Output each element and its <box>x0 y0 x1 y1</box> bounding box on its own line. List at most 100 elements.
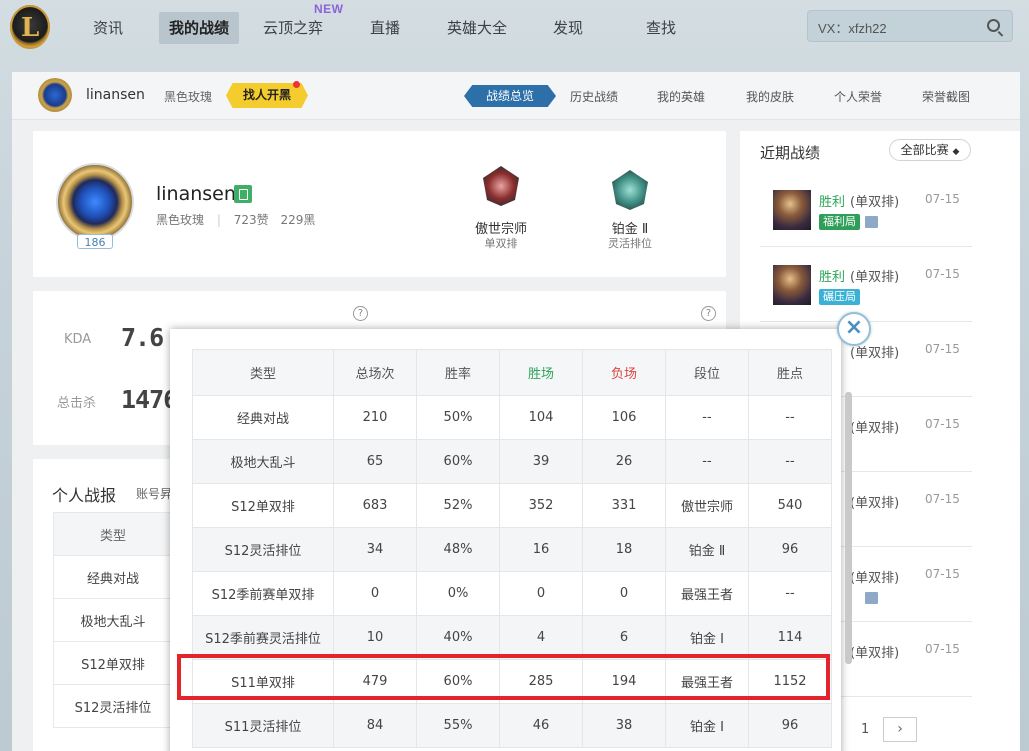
table-cell: S12季前赛灵活排位 <box>192 615 334 660</box>
tab-skins[interactable]: 我的皮肤 <box>746 88 794 105</box>
page-number[interactable]: 1 <box>861 722 869 737</box>
table-cell: 0 <box>333 571 417 616</box>
table-cell: 96 <box>748 703 832 748</box>
chevron-down-icon: ◆ <box>952 147 960 157</box>
help-icon[interactable]: ? <box>701 306 716 321</box>
profile-meta: 黑色玫瑰 | 723赞 229黑 <box>156 213 316 227</box>
table-cell: -- <box>665 439 749 484</box>
lol-logo[interactable]: L <box>10 5 50 49</box>
match-date: 07-15 <box>925 492 960 506</box>
match-mode: (单双排) <box>850 496 900 511</box>
match-date: 07-15 <box>925 642 960 656</box>
match-date: 07-15 <box>925 267 960 281</box>
report-row: 极地大乱斗 <box>53 598 173 642</box>
report-row: S12单双排 <box>53 641 173 685</box>
table-cell: S12灵活排位 <box>192 527 334 572</box>
recent-title: 近期战绩 <box>760 144 821 162</box>
match-mode: (单双排) <box>850 571 900 586</box>
table-cell: 经典对战 <box>192 395 334 440</box>
table-cell: 48% <box>416 527 500 572</box>
table-cell: 114 <box>748 615 832 660</box>
rank-flex-queue: 灵活排位 <box>608 237 652 250</box>
search-input[interactable] <box>818 17 978 37</box>
nav-my-record[interactable]: 我的战绩 <box>159 12 240 44</box>
col-total: 总场次 <box>333 349 417 396</box>
popup-scrollbar[interactable] <box>845 392 852 664</box>
table-cell: 铂金 Ⅱ <box>665 527 749 572</box>
avatar-small <box>38 78 72 112</box>
search-icon[interactable] <box>987 19 1000 32</box>
tab-screenshots[interactable]: 荣誉截图 <box>922 88 970 105</box>
tab-overview[interactable]: 战绩总览 <box>464 85 556 107</box>
nav-tft[interactable]: 云顶之弈 <box>253 12 333 44</box>
table-cell: -- <box>748 571 832 616</box>
nav-discover[interactable]: 发现 <box>543 12 593 44</box>
kda-value: 7.6 <box>121 323 164 352</box>
profile-dislikes: 229黑 <box>280 213 316 227</box>
tab-heroes[interactable]: 我的英雄 <box>657 88 705 105</box>
match-result: 胜利 <box>819 195 846 210</box>
match-filter-select[interactable]: 全部比赛 ◆ <box>889 139 971 161</box>
nav-heroes[interactable]: 英雄大全 <box>437 12 517 44</box>
table-cell: 40% <box>416 615 500 660</box>
match-result: 胜利 <box>819 270 846 285</box>
col-wins: 胜场 <box>499 349 583 396</box>
report-header: 类型 <box>53 512 173 556</box>
report-title: 个人战报 <box>52 486 117 505</box>
table-cell: -- <box>748 439 832 484</box>
next-page-button[interactable]: › <box>883 717 917 742</box>
profile-server: 黑色玫瑰 <box>156 213 205 227</box>
sub-server: 黑色玫瑰 <box>164 90 213 104</box>
profile-likes: 723赞 <box>233 213 269 227</box>
match-tag: 福利局 <box>819 214 860 230</box>
nav-search[interactable]: 查找 <box>636 12 686 44</box>
report-subtitle[interactable]: 账号昇 <box>136 485 172 502</box>
search-box <box>807 10 1013 42</box>
table-row: 极地大乱斗 65 60% 39 26 -- -- <box>192 439 832 484</box>
table-cell: 106 <box>582 395 666 440</box>
table-cell: 331 <box>582 483 666 528</box>
tab-history[interactable]: 历史战绩 <box>570 88 618 105</box>
table-row: 经典对战 210 50% 104 106 -- -- <box>192 395 832 440</box>
nav-news[interactable]: 资讯 <box>83 12 133 44</box>
nav-live[interactable]: 直播 <box>360 12 410 44</box>
table-row: S12季前赛灵活排位 10 40% 4 6 铂金 Ⅰ 114 <box>192 615 832 660</box>
table-cell: 540 <box>748 483 832 528</box>
image-icon[interactable] <box>865 592 878 604</box>
col-type: 类型 <box>192 349 334 396</box>
table-row: S12灵活排位 34 48% 16 18 铂金 Ⅱ 96 <box>192 527 832 572</box>
table-cell: S12季前赛单双排 <box>192 571 334 616</box>
table-row: S12单双排 683 52% 352 331 傲世宗师 540 <box>192 483 832 528</box>
table-cell: 210 <box>333 395 417 440</box>
table-cell: 34 <box>333 527 417 572</box>
table-cell: 0 <box>582 571 666 616</box>
rank-solo-queue: 单双排 <box>484 237 518 250</box>
match-mode: (单双排) <box>850 270 900 285</box>
table-cell: 65 <box>333 439 417 484</box>
col-lp: 胜点 <box>748 349 832 396</box>
report-row: S12灵活排位 <box>53 684 173 728</box>
table-cell: 18 <box>582 527 666 572</box>
report-table: 类型 经典对战 极地大乱斗 S12单双排 S12灵活排位 <box>53 512 173 728</box>
table-row: S11灵活排位 84 55% 46 38 铂金 Ⅰ 96 <box>192 703 832 748</box>
top-nav: L 资讯 我的战绩 云顶之弈 NEW 直播 英雄大全 发现 查找 <box>0 0 1029 56</box>
help-icon[interactable]: ? <box>353 306 368 321</box>
table-cell: 最强王者 <box>665 571 749 616</box>
kills-label: 总击杀 <box>57 396 97 411</box>
report-row: 经典对战 <box>53 555 173 599</box>
notification-dot <box>293 81 300 88</box>
highlight-box <box>177 654 830 700</box>
profile-name: linansen <box>156 183 236 205</box>
table-cell: 104 <box>499 395 583 440</box>
new-badge: NEW <box>314 2 344 16</box>
col-winrate: 胜率 <box>416 349 500 396</box>
image-icon[interactable] <box>865 216 878 228</box>
match-date: 07-15 <box>925 417 960 431</box>
match-tag: 碾压局 <box>819 289 860 305</box>
copy-icon[interactable] <box>234 185 252 203</box>
table-cell: 46 <box>499 703 583 748</box>
table-cell: 352 <box>499 483 583 528</box>
tab-honor[interactable]: 个人荣誉 <box>834 88 882 105</box>
table-cell: 38 <box>582 703 666 748</box>
close-button[interactable]: × <box>837 312 871 346</box>
